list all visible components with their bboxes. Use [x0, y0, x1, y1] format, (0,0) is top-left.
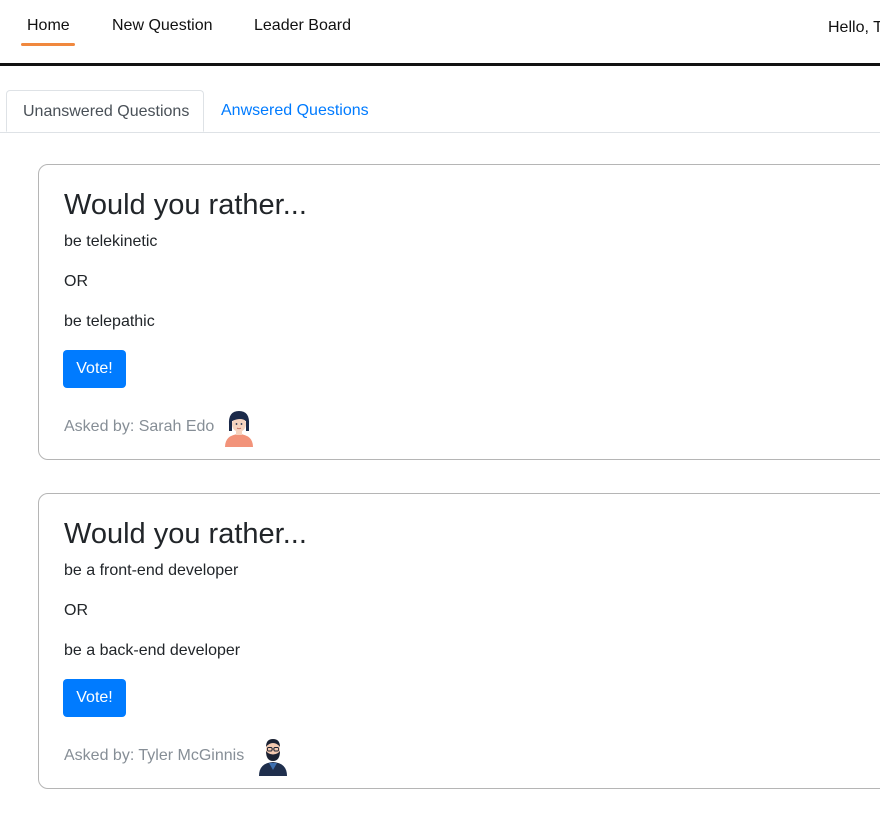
question-title: Would you rather...: [64, 189, 307, 221]
or-separator: OR: [64, 602, 88, 619]
option-one-text: be telekinetic: [64, 233, 158, 250]
tab-answered-questions[interactable]: Anwsered Questions: [205, 90, 385, 131]
option-two-text: be telepathic: [64, 313, 155, 330]
nav-active-indicator: [21, 43, 75, 46]
vote-button[interactable]: Vote!: [63, 350, 126, 388]
option-two-text: be a back-end developer: [64, 642, 241, 659]
vote-button[interactable]: Vote!: [63, 679, 126, 717]
asked-by-label: Asked by: Sarah Edo: [64, 418, 215, 435]
nav-new-question-link[interactable]: New Question: [112, 17, 213, 35]
option-one-text: be a front-end developer: [64, 562, 239, 579]
nav-leader-board-link[interactable]: Leader Board: [254, 17, 351, 35]
user-greeting: Hello, T: [828, 19, 880, 36]
question-tabs: Unanswered Questions Anwsered Questions: [0, 90, 880, 133]
tab-unanswered-questions[interactable]: Unanswered Questions: [6, 90, 204, 132]
question-title: Would you rather...: [64, 518, 307, 550]
asked-by-label: Asked by: Tyler McGinnis: [64, 747, 245, 764]
woman-avatar-icon: [221, 407, 257, 447]
nav-home-link[interactable]: Home: [27, 17, 70, 35]
question-card: Would you rather... be telekinetic OR be…: [38, 164, 880, 460]
top-navigation: Home New Question Leader Board Hello, T: [0, 0, 880, 66]
question-card: Would you rather... be a front-end devel…: [38, 493, 880, 789]
or-separator: OR: [64, 273, 88, 290]
bearded-man-avatar-icon: [255, 736, 291, 776]
